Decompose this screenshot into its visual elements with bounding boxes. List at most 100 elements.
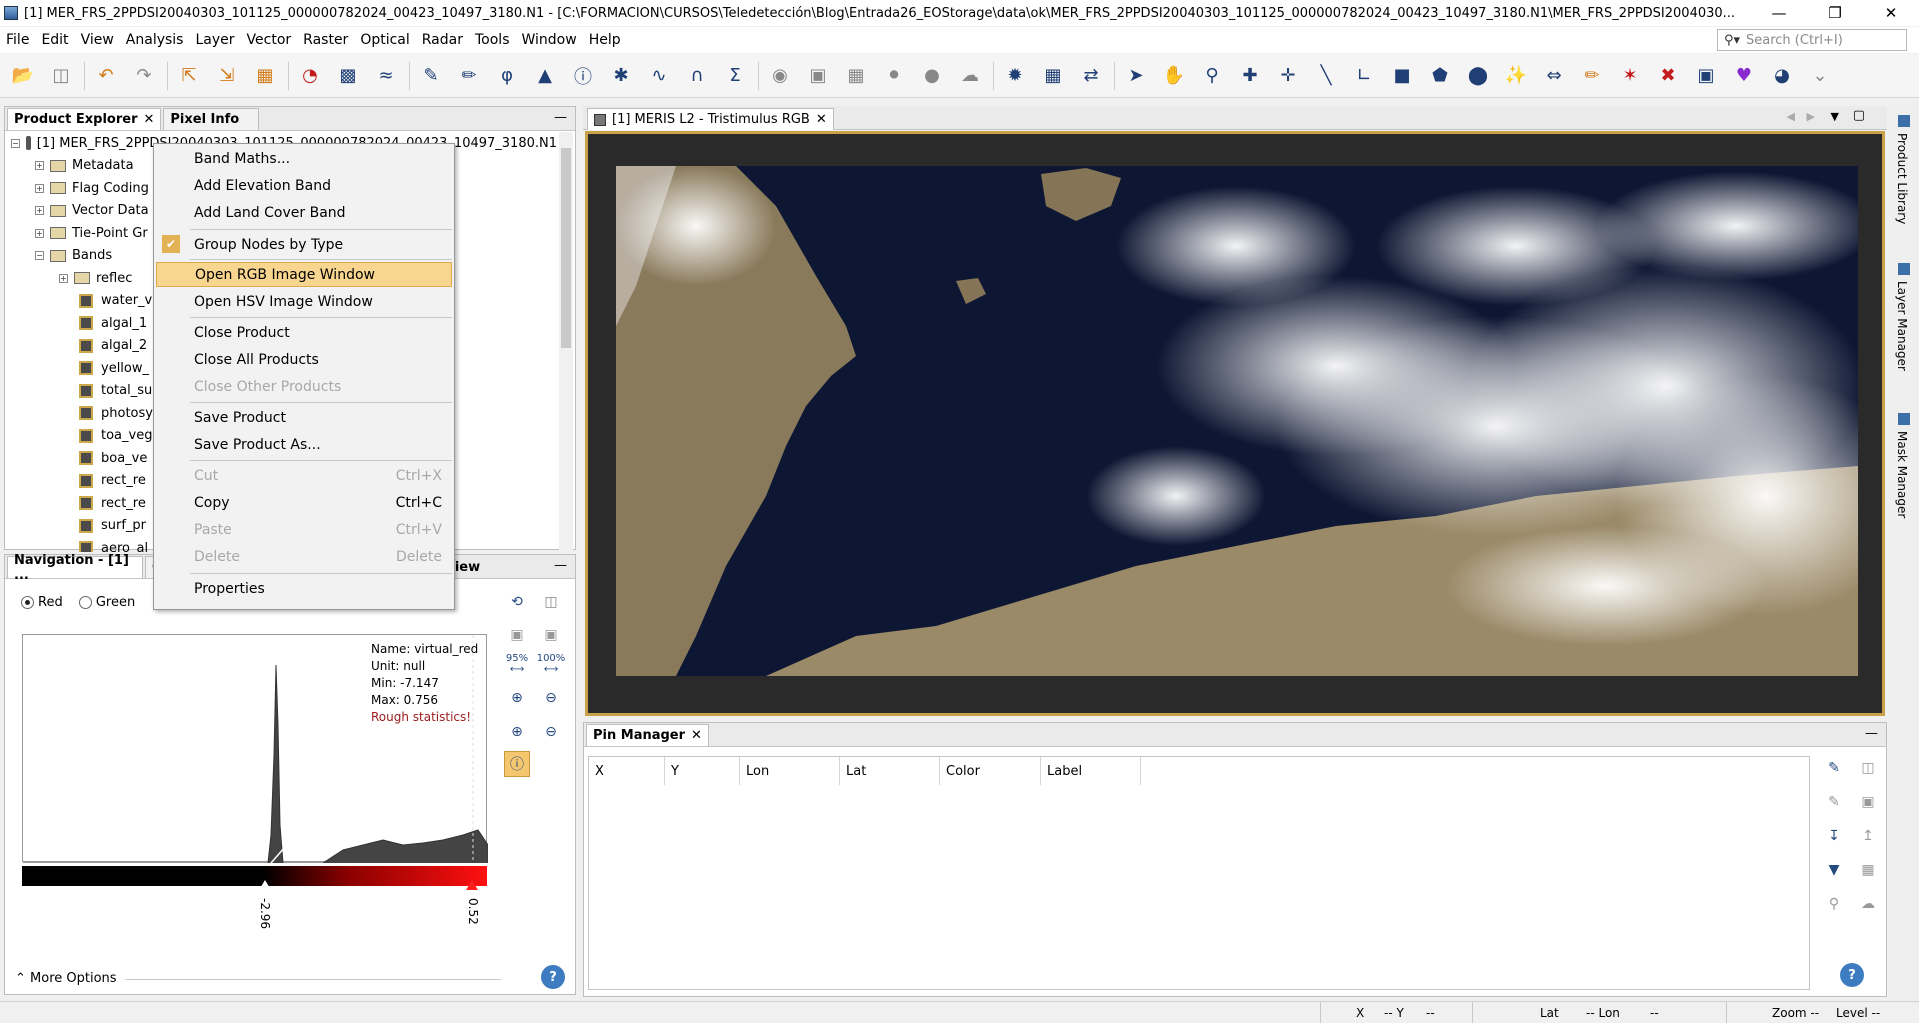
column-header-y[interactable]: Y bbox=[665, 757, 740, 785]
maximize-button[interactable]: ❐ bbox=[1807, 0, 1863, 26]
info-toggle-icon[interactable]: ⓘ bbox=[504, 751, 530, 777]
column-header-lat[interactable]: Lat bbox=[840, 757, 940, 785]
zoom-to-pin-icon[interactable]: ⚲ bbox=[1821, 891, 1847, 917]
menu-item-close-product[interactable]: Close Product bbox=[154, 320, 454, 345]
export-icon[interactable]: ⇲ bbox=[212, 61, 242, 91]
menu-analysis[interactable]: Analysis bbox=[120, 32, 190, 48]
help-icon[interactable]: ? bbox=[541, 965, 565, 989]
side-tab-mask-manager[interactable]: Mask Manager bbox=[1895, 431, 1909, 518]
side-tab-product-library[interactable]: Product Library bbox=[1895, 133, 1909, 224]
measure-icon[interactable]: ✏ bbox=[1577, 61, 1607, 91]
menu-help[interactable]: Help bbox=[583, 32, 627, 48]
satellite-image[interactable] bbox=[616, 166, 1858, 676]
color-palette-bar[interactable] bbox=[22, 866, 487, 886]
menu-item-properties[interactable]: Properties bbox=[154, 576, 454, 601]
reset-icon[interactable]: ⟲ bbox=[504, 589, 530, 615]
menu-item-save-product-as[interactable]: Save Product As... bbox=[154, 432, 454, 457]
cross-icon[interactable]: ✖ bbox=[1653, 61, 1683, 91]
menu-layer[interactable]: Layer bbox=[189, 32, 240, 48]
image-view[interactable] bbox=[585, 131, 1885, 716]
tab-navigation[interactable]: Navigation - [1] ... bbox=[7, 553, 143, 583]
chart-icon[interactable]: ✱ bbox=[606, 61, 636, 91]
graph-icon[interactable]: ✎ bbox=[416, 61, 446, 91]
minimize-panel-icon[interactable]: — bbox=[1865, 726, 1878, 741]
slider-right-handle[interactable] bbox=[466, 880, 478, 890]
cloud-icon[interactable]: ☁ bbox=[955, 61, 985, 91]
gcp-icon[interactable]: ● bbox=[917, 61, 947, 91]
menu-item-add-land-cover-band[interactable]: Add Land Cover Band bbox=[154, 200, 454, 225]
stretch-95-button[interactable]: 95% ⟷ bbox=[504, 651, 530, 677]
world-icon[interactable]: ◕ bbox=[1767, 61, 1797, 91]
session-icon[interactable]: ▦ bbox=[250, 61, 280, 91]
tab-pin-manager[interactable]: Pin Manager ✕ bbox=[586, 724, 709, 746]
zoom-out-vertical-icon[interactable]: ⊖ bbox=[538, 685, 564, 711]
column-header-lon[interactable]: Lon bbox=[740, 757, 840, 785]
zoom-tool-icon[interactable]: ⚲ bbox=[1197, 61, 1227, 91]
menu-file[interactable]: File bbox=[0, 32, 35, 48]
camera-icon[interactable]: ▣ bbox=[803, 61, 833, 91]
menu-item-open-hsv-image-window[interactable]: Open HSV Image Window bbox=[154, 289, 454, 314]
menu-window[interactable]: Window bbox=[516, 32, 583, 48]
menu-raster[interactable]: Raster bbox=[297, 32, 354, 48]
histogram-icon[interactable]: ▲ bbox=[530, 61, 560, 91]
close-tab-icon[interactable]: ✕ bbox=[816, 112, 827, 127]
tab-image-view[interactable]: [1] MERIS L2 - Tristimulus RGB ✕ bbox=[587, 108, 834, 130]
column-header-label[interactable]: Label bbox=[1041, 757, 1141, 785]
radio-green[interactable]: Green bbox=[78, 595, 135, 610]
close-tab-icon[interactable]: ✕ bbox=[143, 112, 154, 127]
slider-right-value[interactable]: 0.52 bbox=[466, 898, 480, 925]
tab-product-explorer[interactable]: Product Explorer ✕ bbox=[7, 108, 162, 130]
maximize-panel-icon[interactable]: ▢ bbox=[1853, 108, 1865, 123]
search-box[interactable]: ⚲▾ Search (Ctrl+I) bbox=[1717, 29, 1907, 51]
transfer-pins-icon[interactable]: ☁ bbox=[1855, 891, 1881, 917]
select-tool-icon[interactable]: ➤ bbox=[1121, 61, 1151, 91]
draw-icon[interactable]: ✏ bbox=[454, 61, 484, 91]
star-icon[interactable]: ✶ bbox=[1615, 61, 1645, 91]
export-pins-icon[interactable]: ↥ bbox=[1855, 823, 1881, 849]
column-header-x[interactable]: X bbox=[589, 757, 665, 785]
layers-icon[interactable]: ▩ bbox=[333, 61, 363, 91]
more-options-expander[interactable]: ⌃ More Options bbox=[15, 971, 117, 986]
statistics-icon[interactable]: Σ bbox=[720, 61, 750, 91]
menu-item-save-product[interactable]: Save Product bbox=[154, 405, 454, 430]
minimize-panel-icon[interactable]: — bbox=[554, 110, 567, 125]
menu-radar[interactable]: Radar bbox=[416, 32, 469, 48]
menu-edit[interactable]: Edit bbox=[35, 32, 74, 48]
info-icon[interactable]: ⓘ bbox=[568, 61, 598, 91]
edit-pin-icon[interactable]: ✎ bbox=[1821, 789, 1847, 815]
help-icon[interactable]: ? bbox=[1840, 963, 1864, 987]
histogram-plot[interactable]: Name: virtual_red Unit: null Min: -7.147… bbox=[22, 634, 488, 863]
menu-item-add-elevation-band[interactable]: Add Elevation Band bbox=[154, 173, 454, 198]
pin-table[interactable]: X Y Lon Lat Color Label bbox=[588, 756, 1810, 990]
scroll-left-icon[interactable]: ◀ bbox=[1787, 110, 1795, 123]
profile-icon[interactable]: ∿ bbox=[644, 61, 674, 91]
minimize-button[interactable]: — bbox=[1751, 0, 1807, 26]
transfer-icon[interactable]: ⇄ bbox=[1076, 61, 1106, 91]
import-icon[interactable]: ⇱ bbox=[174, 61, 204, 91]
zoom-in-horizontal-icon[interactable]: ⊕ bbox=[504, 719, 530, 745]
zoom-out-horizontal-icon[interactable]: ⊖ bbox=[538, 719, 564, 745]
filter-icon[interactable]: ▼ bbox=[1821, 857, 1847, 883]
heart-icon[interactable]: ♥ bbox=[1729, 61, 1759, 91]
open-product-icon[interactable]: 📂 bbox=[8, 61, 38, 91]
matrix-icon[interactable]: ▦ bbox=[1038, 61, 1068, 91]
overflow-chevron-icon[interactable]: ⌄ bbox=[1805, 61, 1835, 91]
menu-vector[interactable]: Vector bbox=[241, 32, 298, 48]
slider-left-value[interactable]: -2.96 bbox=[258, 898, 272, 929]
column-header-color[interactable]: Color bbox=[940, 757, 1041, 785]
side-tab-layer-manager[interactable]: Layer Manager bbox=[1895, 281, 1909, 371]
rectangle-tool-icon[interactable]: ■ bbox=[1387, 61, 1417, 91]
slider-left-handle[interactable] bbox=[259, 880, 271, 890]
tab-list-icon[interactable]: ▼ bbox=[1831, 110, 1839, 123]
copy-pin-icon[interactable]: ◫ bbox=[1855, 755, 1881, 781]
new-pin-icon[interactable]: ✎ bbox=[1821, 755, 1847, 781]
network-icon[interactable]: ✹ bbox=[1000, 61, 1030, 91]
magic-wand-icon[interactable]: ✨ bbox=[1501, 61, 1531, 91]
menu-view[interactable]: View bbox=[75, 32, 120, 48]
close-tab-icon[interactable]: ✕ bbox=[691, 728, 702, 743]
line-tool-icon[interactable]: ╲ bbox=[1311, 61, 1341, 91]
color-icon[interactable]: ◔ bbox=[295, 61, 325, 91]
menu-tools[interactable]: Tools bbox=[469, 32, 516, 48]
gcp-tool-icon[interactable]: ✛ bbox=[1273, 61, 1303, 91]
minimize-panel-icon[interactable]: — bbox=[554, 558, 567, 573]
